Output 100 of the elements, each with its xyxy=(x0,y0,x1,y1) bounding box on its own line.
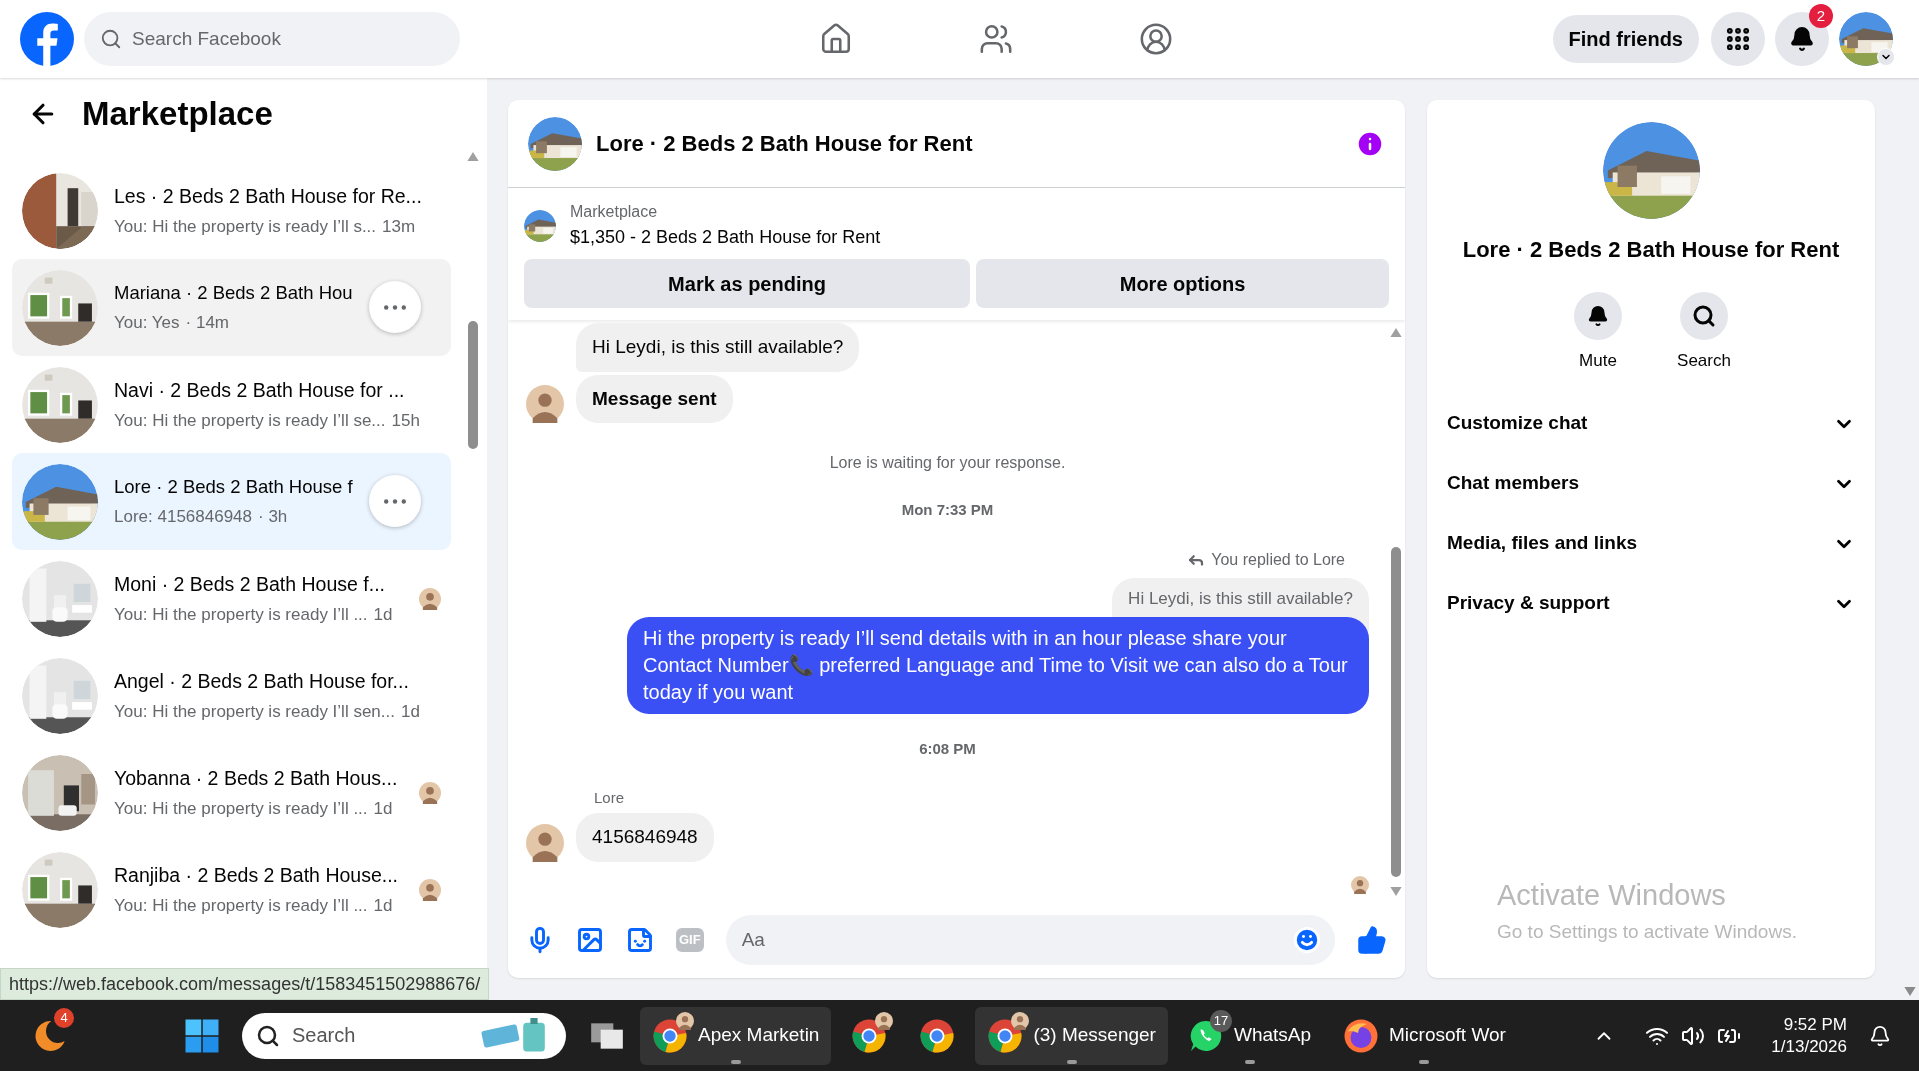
bell-icon xyxy=(1587,305,1609,327)
more-icon xyxy=(384,498,406,504)
conversation-item[interactable]: Lore · 2 Beds 2 Bath House f Lore: 4156846948 · 3h xyxy=(12,453,451,550)
details-title: Lore · 2 Beds 2 Bath House for Rent xyxy=(1462,236,1840,264)
taskbar-app[interactable]: Apex Marketin xyxy=(640,1006,832,1065)
action-button[interactable]: Search xyxy=(1675,292,1733,374)
taskbar-app[interactable]: 17 WhatsAp xyxy=(1175,1006,1324,1065)
app-badge: 17 xyxy=(1209,1009,1232,1032)
activation-title: Activate Windows xyxy=(1497,878,1727,913)
taskbar-app[interactable]: (3) Messenger xyxy=(975,1006,1168,1065)
section-header[interactable]: Customize chat xyxy=(1435,393,1867,454)
message-time: 1d xyxy=(373,603,393,626)
windows-icon[interactable] xyxy=(184,1017,220,1054)
scrollbar-thumb[interactable] xyxy=(1391,547,1401,877)
listing-action-button[interactable]: More options xyxy=(976,259,1389,308)
message-preview: Lore: 4156846948 xyxy=(114,506,253,529)
notice-text: Lore is waiting for your response. xyxy=(829,453,1066,473)
scroll-down-icon xyxy=(1904,987,1916,996)
conversation-title: Les · 2 Beds 2 Bath House for Re... xyxy=(114,183,422,209)
message-field[interactable]: Aa xyxy=(725,915,1335,965)
message-time: 1d xyxy=(373,894,393,917)
bell-icon xyxy=(1789,26,1815,52)
avatar xyxy=(419,878,441,901)
scrollbar-thumb[interactable] xyxy=(468,321,478,449)
logo-icon xyxy=(20,12,74,66)
message-time: 1d xyxy=(373,797,393,820)
listing-title: $1,350 - 2 Beds 2 Bath House for Rent xyxy=(570,226,881,249)
scroll-down-icon xyxy=(1390,887,1402,896)
avatar xyxy=(676,1011,694,1030)
conversation-title: Moni · 2 Beds 2 Bath House f... xyxy=(114,571,385,597)
conversation-item[interactable]: Ranjiba · 2 Beds 2 Bath House... You: Hi the property is ready I’ll ... 1d xyxy=(12,841,451,938)
avatar xyxy=(1351,875,1369,894)
listing-action-button[interactable]: Mark as pending xyxy=(524,259,970,308)
timestamp: Mon 7:33 PM xyxy=(901,500,994,520)
conversation-title: Yobanna · 2 Beds 2 Bath Hous... xyxy=(114,765,398,791)
taskbar-search-field[interactable]: Search xyxy=(242,1012,566,1059)
conversation-item[interactable]: Mariana · 2 Beds 2 Bath Hou You: Yes · 14m xyxy=(12,259,451,356)
sidebar-title: Marketplace xyxy=(82,94,273,135)
conversation-title: Mariana · 2 Beds 2 Bath Hou xyxy=(114,281,353,306)
conversation-title: Angel · 2 Beds 2 Bath House for... xyxy=(114,668,409,694)
message-preview: You: Hi the property is ready I’ll ... xyxy=(114,603,368,626)
message-preview: You: Hi the property is ready I’ll sen... xyxy=(114,700,395,723)
taskbar-app[interactable]: Microsoft Wor xyxy=(1331,1006,1518,1065)
section-header[interactable]: Privacy & support xyxy=(1435,573,1867,634)
photo-icon[interactable] xyxy=(576,926,604,954)
sticker-icon[interactable] xyxy=(626,926,654,954)
message-time: 15h xyxy=(391,409,420,432)
message-bubble: Message sent xyxy=(576,374,733,423)
more-icon xyxy=(384,304,406,310)
message-time: 13m xyxy=(382,215,416,238)
search-field[interactable]: Search Facebook xyxy=(84,12,460,66)
search-icon xyxy=(1692,304,1716,328)
message-bubble: 4156846948 xyxy=(576,813,714,862)
conversation-item[interactable]: Navi · 2 Beds 2 Bath House for ... You: Hi the property is ready I’ll se... 15h xyxy=(12,356,451,453)
find-friends-button[interactable]: Find friends xyxy=(1552,15,1699,63)
section-header[interactable]: Media, files and links xyxy=(1435,513,1867,574)
message-preview: You: Hi the property is ready I’ll se... xyxy=(114,409,386,432)
conversation-item[interactable]: Moni · 2 Beds 2 Bath House f... You: Hi the property is ready I’ll ... 1d xyxy=(12,550,451,647)
conversation-item[interactable]: Les · 2 Beds 2 Bath House for Re... You: Hi the property is ready I’ll s... 13m xyxy=(12,162,451,259)
conversation-title: Lore · 2 Beds 2 Bath House f xyxy=(114,475,353,500)
message-time: · 3h xyxy=(258,506,288,529)
conversation-item[interactable]: Angel · 2 Beds 2 Bath House for... You: Hi the property is ready I’ll sen... 1d xyxy=(12,647,451,744)
like-icon[interactable] xyxy=(1357,925,1387,955)
chat-title: Lore · 2 Beds 2 Bath House for Rent xyxy=(596,130,974,158)
message-preview: You: Hi the property is ready I’ll ... xyxy=(114,797,368,820)
search-icon xyxy=(256,1023,280,1048)
clock[interactable]: 9:52 PM 1/13/2026 xyxy=(1771,1013,1847,1058)
message-preview: You: Hi the property is ready I’ll s... xyxy=(114,215,377,238)
account-menu-button[interactable] xyxy=(1877,48,1895,66)
section-header[interactable]: Chat members xyxy=(1435,453,1867,514)
message-bubble: Hi Leydi, is this still available? xyxy=(576,323,860,372)
sender-name: Lore xyxy=(594,787,626,808)
avatar xyxy=(419,587,441,610)
scroll-up-icon xyxy=(467,152,479,161)
browser-icon xyxy=(919,1017,956,1054)
message-bubble: Hi the property is ready I’ll send details with in an hour please share your Contact Number📞 preferred Language and Time to Visit we can also do a Tour today if you want xyxy=(627,617,1369,714)
status-url: https://web.facebook.com/messages/t/1583451502988676/ xyxy=(0,968,490,1000)
friends-icon[interactable] xyxy=(979,22,1014,56)
message-time: 1d xyxy=(400,700,420,723)
menu-button[interactable] xyxy=(1711,12,1765,66)
notification-icon[interactable] xyxy=(1869,1024,1891,1047)
browser-icon xyxy=(1343,1017,1380,1054)
notification-badge: 2 xyxy=(1809,4,1833,28)
listing-label: Marketplace xyxy=(570,202,659,222)
conversation-title: Ranjiba · 2 Beds 2 Bath House... xyxy=(114,862,398,888)
search-icon xyxy=(100,28,122,50)
reply-label: You replied to Lore xyxy=(1211,549,1345,570)
message-preview: You: Hi the property is ready I’ll ... xyxy=(114,894,368,917)
avatar xyxy=(419,781,441,804)
avatar xyxy=(875,1011,894,1030)
conversation-item[interactable]: Yobanna · 2 Beds 2 Bath Hous... You: Hi the property is ready I’ll ... 1d xyxy=(12,744,451,841)
groups-icon[interactable] xyxy=(1139,22,1174,56)
avatar xyxy=(526,385,564,423)
widget-badge: 4 xyxy=(54,1007,74,1028)
avatar xyxy=(1011,1011,1030,1030)
conversation-title: Navi · 2 Beds 2 Bath House for ... xyxy=(114,377,405,403)
message-time: · 14m xyxy=(185,312,230,335)
action-button[interactable]: Mute xyxy=(1569,292,1627,374)
notifications-button[interactable] xyxy=(1775,12,1829,66)
message-preview: You: Yes xyxy=(114,312,180,335)
